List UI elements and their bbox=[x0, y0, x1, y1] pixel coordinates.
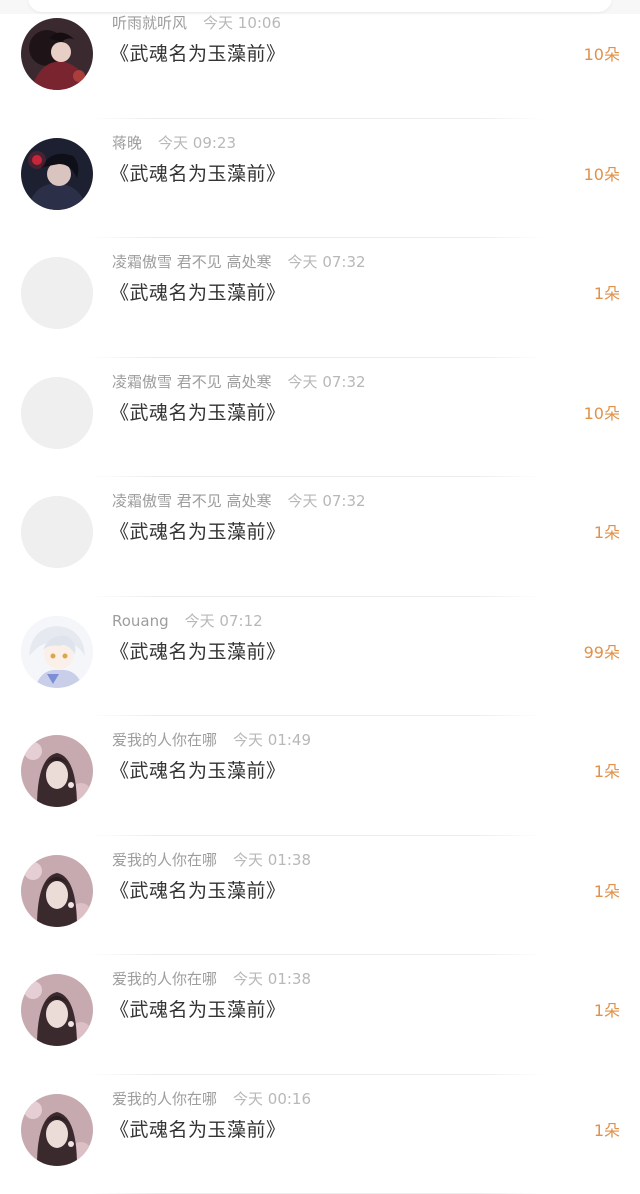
dark-boy-avatar-icon bbox=[21, 138, 93, 210]
flower-count: 10朵 bbox=[584, 403, 620, 425]
book-title[interactable]: 《武魂名为玉藻前》 bbox=[110, 280, 286, 306]
list-item[interactable]: 爱我的人你在哪今天 01:38 《武魂名为玉藻前》 1朵 bbox=[0, 836, 640, 956]
timestamp: 今天 01:49 bbox=[233, 731, 311, 749]
avatar[interactable] bbox=[21, 974, 93, 1046]
flower-count: 99朵 bbox=[584, 642, 620, 664]
username[interactable]: 听雨就听风 bbox=[112, 14, 187, 32]
avatar[interactable] bbox=[21, 138, 93, 210]
list-item[interactable]: 凌霜傲雪 君不见 高处寒今天 07:32 《武魂名为玉藻前》 1朵 bbox=[0, 238, 640, 358]
username[interactable]: 凌霜傲雪 君不见 高处寒 bbox=[112, 492, 272, 510]
timestamp: 今天 10:06 bbox=[203, 14, 281, 32]
flower-count: 1朵 bbox=[594, 761, 620, 783]
book-title[interactable]: 《武魂名为玉藻前》 bbox=[110, 1117, 286, 1143]
meta-line: 爱我的人你在哪今天 01:49 bbox=[112, 730, 311, 750]
username[interactable]: 凌霜傲雪 君不见 高处寒 bbox=[112, 253, 272, 271]
book-title[interactable]: 《武魂名为玉藻前》 bbox=[110, 878, 286, 904]
flower-count: 1朵 bbox=[594, 283, 620, 305]
gift-list: 听雨就听风今天 10:06 《武魂名为玉藻前》 10朵 蒋晚今天 09:23 《… bbox=[0, 0, 640, 1194]
timestamp: 今天 07:12 bbox=[185, 612, 263, 630]
book-title[interactable]: 《武魂名为玉藻前》 bbox=[110, 400, 286, 426]
username[interactable]: 蒋晚 bbox=[112, 134, 142, 152]
timestamp: 今天 00:16 bbox=[233, 1090, 311, 1108]
floral-girl-avatar-icon bbox=[21, 974, 93, 1046]
timestamp: 今天 01:38 bbox=[233, 851, 311, 869]
floral-girl-avatar-icon bbox=[21, 735, 93, 807]
avatar[interactable] bbox=[21, 18, 93, 90]
meta-line: Rouang 今天 07:12 bbox=[112, 611, 263, 631]
meta-line: 凌霜傲雪 君不见 高处寒今天 07:32 bbox=[112, 252, 366, 272]
book-title[interactable]: 《武魂名为玉藻前》 bbox=[110, 41, 286, 67]
username[interactable]: Rouang bbox=[112, 612, 169, 630]
avatar[interactable] bbox=[21, 616, 93, 688]
avatar[interactable] bbox=[21, 855, 93, 927]
timestamp: 今天 07:32 bbox=[288, 253, 366, 271]
timestamp: 今天 09:23 bbox=[158, 134, 236, 152]
flower-count: 1朵 bbox=[594, 522, 620, 544]
timestamp: 今天 07:32 bbox=[288, 373, 366, 391]
list-item[interactable]: 蒋晚今天 09:23 《武魂名为玉藻前》 10朵 bbox=[0, 119, 640, 239]
list-item[interactable]: 爱我的人你在哪今天 01:49 《武魂名为玉藻前》 1朵 bbox=[0, 716, 640, 836]
username[interactable]: 爱我的人你在哪 bbox=[112, 731, 217, 749]
avatar[interactable] bbox=[21, 496, 93, 568]
flower-count: 1朵 bbox=[594, 1120, 620, 1142]
blank-avatar-icon bbox=[21, 496, 93, 568]
flower-count: 1朵 bbox=[594, 881, 620, 903]
dark-red-girl-avatar-icon bbox=[21, 18, 93, 90]
list-item[interactable]: 爱我的人你在哪今天 01:38 《武魂名为玉藻前》 1朵 bbox=[0, 955, 640, 1075]
meta-line: 爱我的人你在哪今天 00:16 bbox=[112, 1089, 311, 1109]
floral-girl-avatar-icon bbox=[21, 855, 93, 927]
list-item[interactable]: 爱我的人你在哪今天 00:16 《武魂名为玉藻前》 1朵 bbox=[0, 1075, 640, 1194]
list-item[interactable]: 凌霜傲雪 君不见 高处寒今天 07:32 《武魂名为玉藻前》 10朵 bbox=[0, 358, 640, 478]
flower-count: 1朵 bbox=[594, 1000, 620, 1022]
timestamp: 今天 01:38 bbox=[233, 970, 311, 988]
meta-line: 凌霜傲雪 君不见 高处寒今天 07:32 bbox=[112, 491, 366, 511]
timestamp: 今天 07:32 bbox=[288, 492, 366, 510]
book-title[interactable]: 《武魂名为玉藻前》 bbox=[110, 639, 286, 665]
meta-line: 爱我的人你在哪今天 01:38 bbox=[112, 850, 311, 870]
book-title[interactable]: 《武魂名为玉藻前》 bbox=[110, 758, 286, 784]
list-item[interactable]: 听雨就听风今天 10:06 《武魂名为玉藻前》 10朵 bbox=[0, 0, 640, 119]
book-title[interactable]: 《武魂名为玉藻前》 bbox=[110, 519, 286, 545]
book-title[interactable]: 《武魂名为玉藻前》 bbox=[110, 997, 286, 1023]
blank-avatar-icon bbox=[21, 257, 93, 329]
flower-count: 10朵 bbox=[584, 164, 620, 186]
username[interactable]: 爱我的人你在哪 bbox=[112, 970, 217, 988]
username[interactable]: 爱我的人你在哪 bbox=[112, 851, 217, 869]
username[interactable]: 凌霜傲雪 君不见 高处寒 bbox=[112, 373, 272, 391]
floral-girl-avatar-icon bbox=[21, 1094, 93, 1166]
avatar[interactable] bbox=[21, 377, 93, 449]
flower-count: 10朵 bbox=[584, 44, 620, 66]
avatar[interactable] bbox=[21, 257, 93, 329]
blank-avatar-icon bbox=[21, 377, 93, 449]
meta-line: 凌霜傲雪 君不见 高处寒今天 07:32 bbox=[112, 372, 366, 392]
avatar[interactable] bbox=[21, 1094, 93, 1166]
white-hair-chibi-avatar-icon bbox=[21, 616, 93, 688]
meta-line: 听雨就听风今天 10:06 bbox=[112, 13, 281, 33]
list-item[interactable]: 凌霜傲雪 君不见 高处寒今天 07:32 《武魂名为玉藻前》 1朵 bbox=[0, 477, 640, 597]
list-item[interactable]: Rouang 今天 07:12 《武魂名为玉藻前》 99朵 bbox=[0, 597, 640, 717]
meta-line: 蒋晚今天 09:23 bbox=[112, 133, 236, 153]
book-title[interactable]: 《武魂名为玉藻前》 bbox=[110, 161, 286, 187]
username[interactable]: 爱我的人你在哪 bbox=[112, 1090, 217, 1108]
avatar[interactable] bbox=[21, 735, 93, 807]
meta-line: 爱我的人你在哪今天 01:38 bbox=[112, 969, 311, 989]
